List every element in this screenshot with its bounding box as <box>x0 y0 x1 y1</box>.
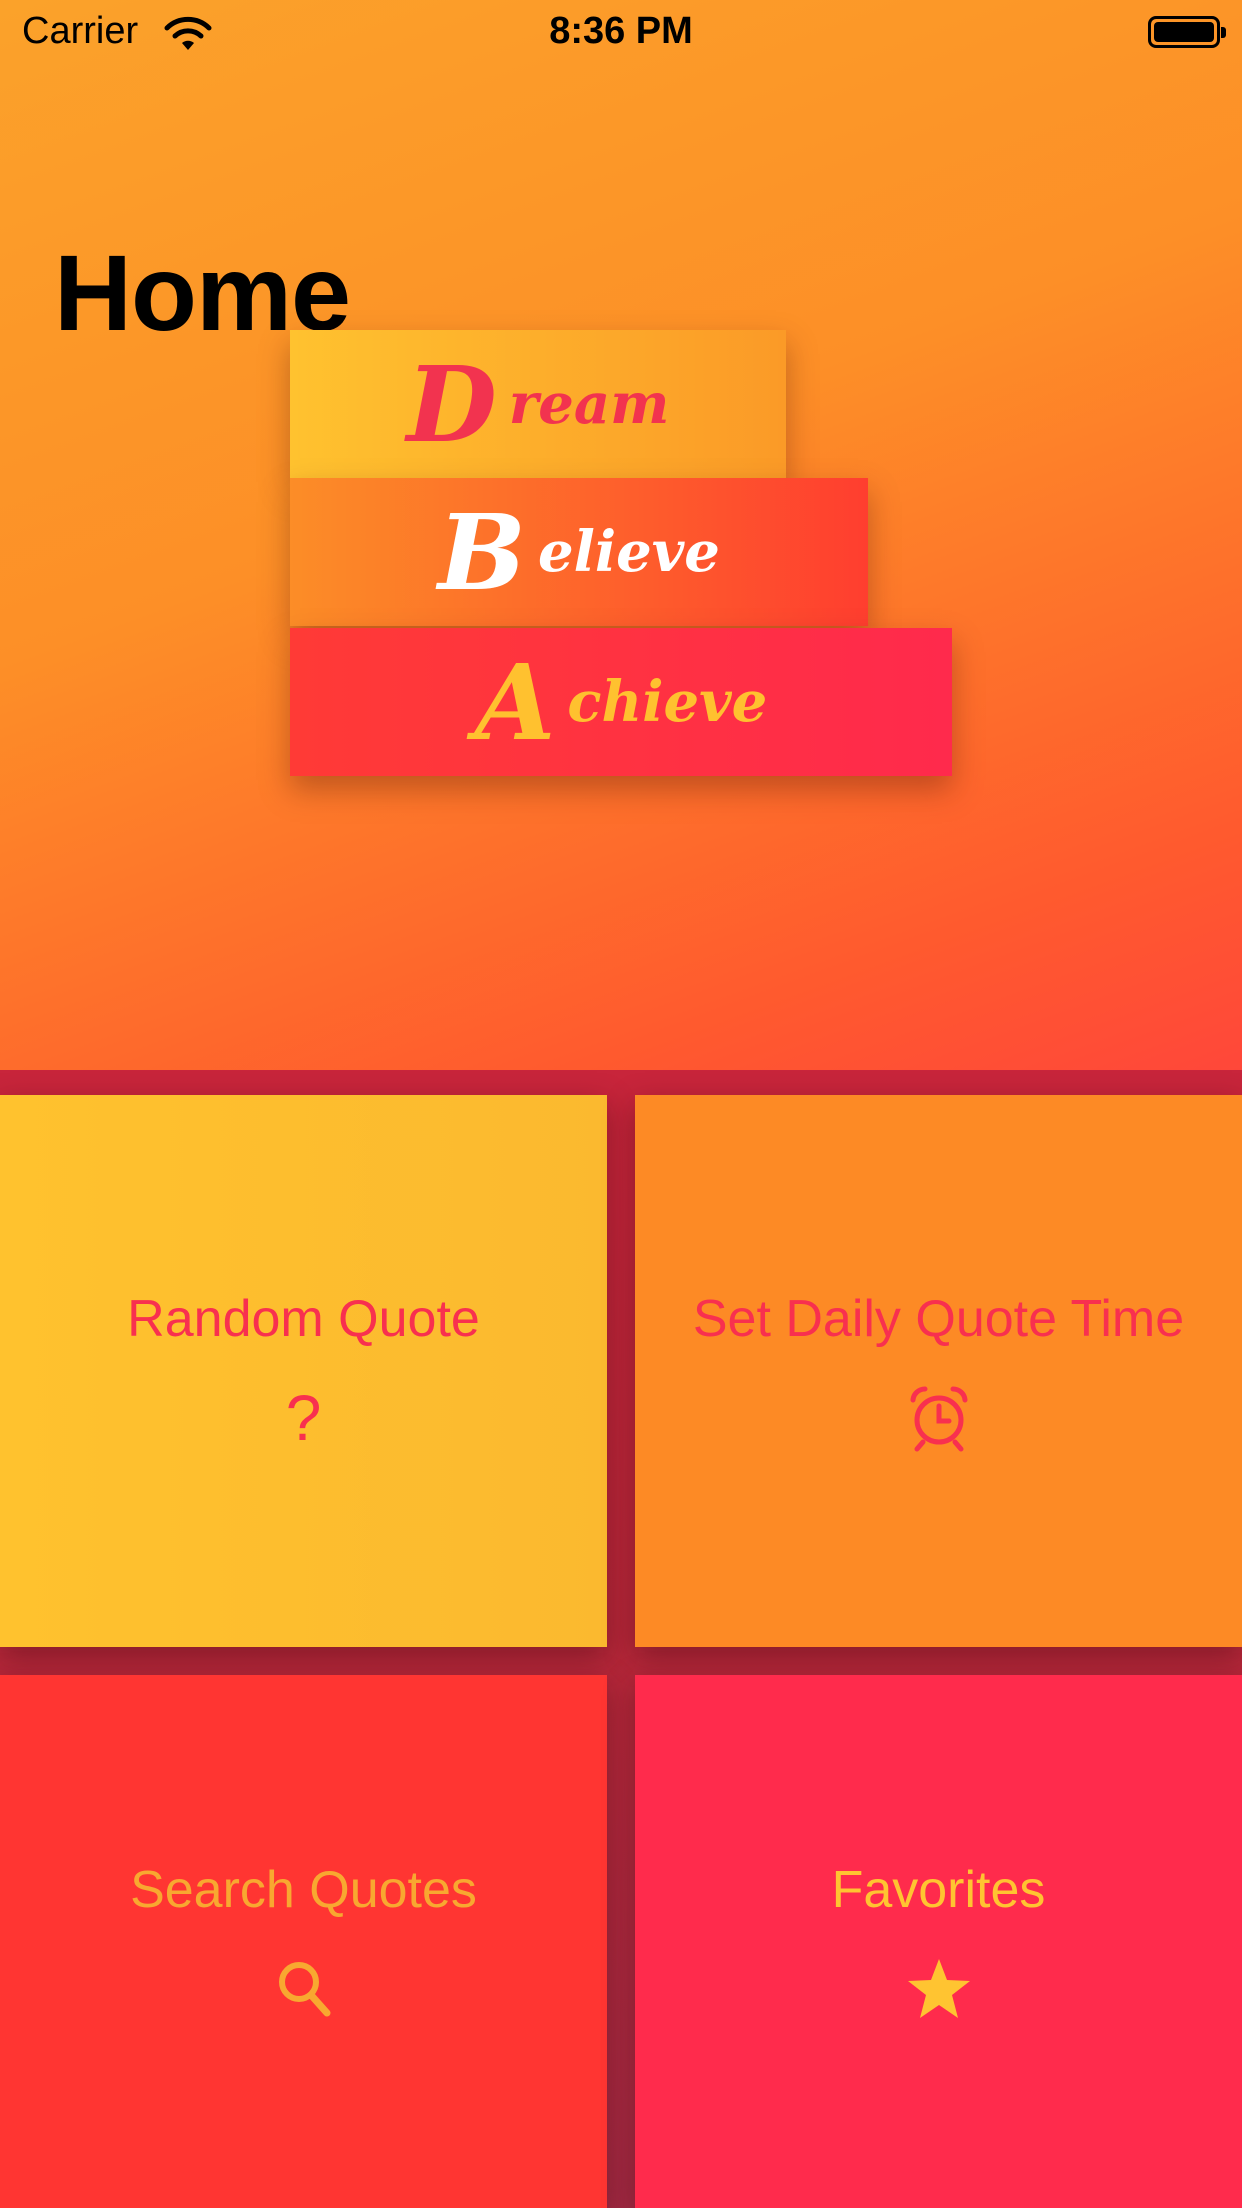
logo-initial-a: A <box>474 640 556 764</box>
set-daily-quote-time-label: Set Daily Quote Time <box>692 1290 1185 1348</box>
random-quote-label: Random Quote <box>127 1290 480 1348</box>
question-mark-icon: ? <box>286 1383 322 1453</box>
set-daily-quote-time-button[interactable]: Set Daily Quote Time <box>635 1095 1242 1647</box>
search-quotes-label: Search Quotes <box>130 1860 477 1919</box>
logo-word-dream: ream <box>508 371 670 437</box>
question-mark-glyph: ? <box>285 1382 322 1454</box>
search-quotes-button[interactable]: Search Quotes <box>0 1675 607 2208</box>
logo-initial-b: B <box>438 490 526 614</box>
random-quote-button[interactable]: Random Quote ? <box>0 1095 607 1647</box>
clock-time: 8:36 PM <box>549 10 693 52</box>
logo-word-believe: elieve <box>537 519 720 585</box>
favorites-label: Favorites <box>831 1860 1046 1919</box>
logo-line-achieve: A chieve <box>290 628 952 776</box>
logo-line-dream: D ream <box>290 330 786 478</box>
logo-word-achieve: chieve <box>567 669 768 735</box>
logo-initial-d: D <box>406 342 497 466</box>
battery-icon <box>1148 16 1226 48</box>
star-icon <box>906 1954 972 2024</box>
alarm-clock-icon <box>907 1383 971 1453</box>
search-icon <box>275 1954 333 2024</box>
status-bar: Carrier 8:36 PM <box>0 0 1242 66</box>
favorites-button[interactable]: Favorites <box>635 1675 1242 2208</box>
logo-line-believe: B elieve <box>290 478 868 626</box>
